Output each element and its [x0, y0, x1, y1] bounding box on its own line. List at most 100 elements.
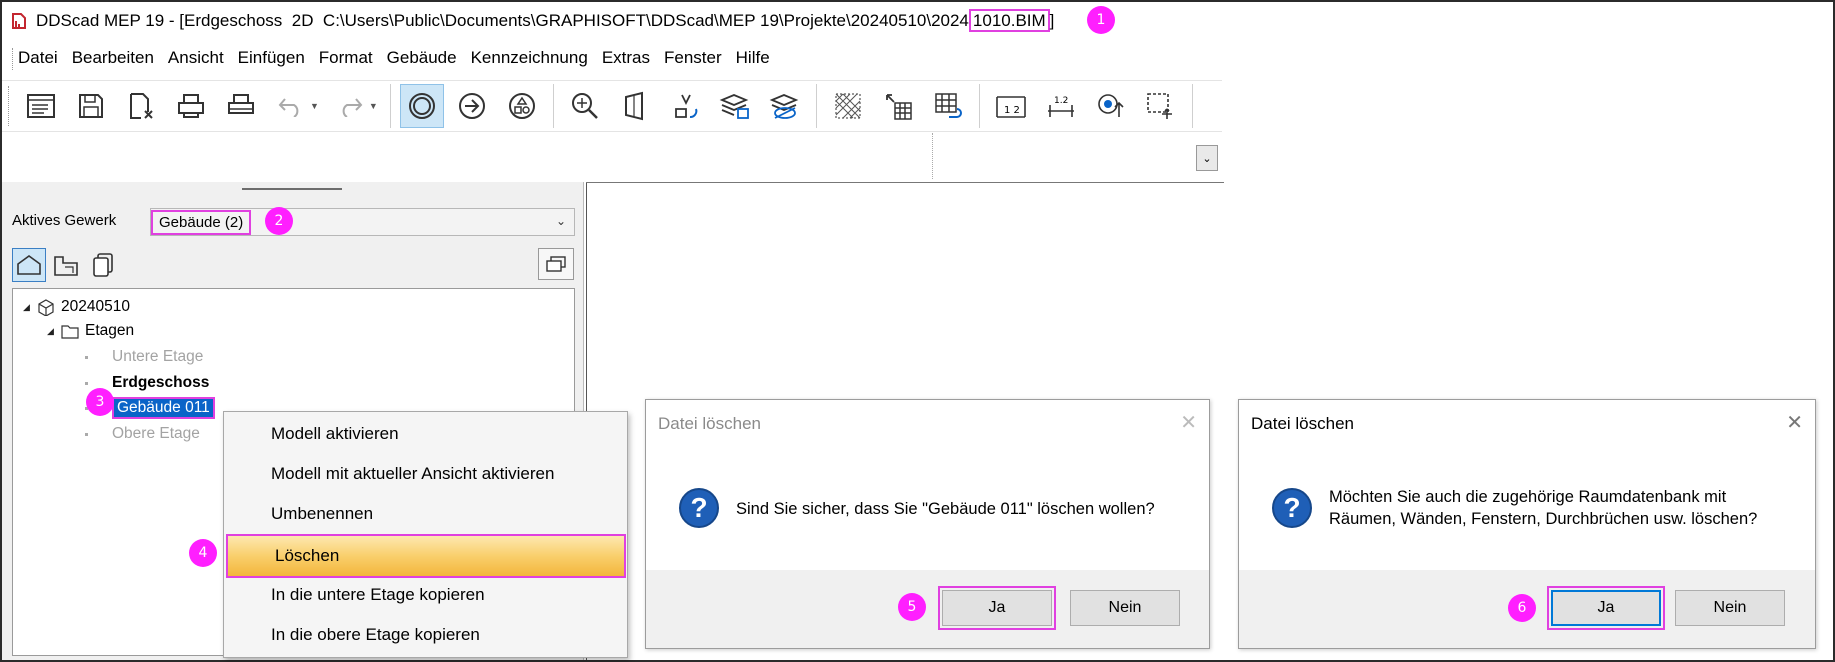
layers-icon[interactable] — [713, 84, 757, 128]
toolbar-dropdown-button[interactable]: ⌄ — [1196, 145, 1218, 171]
snap-point-icon[interactable] — [1089, 84, 1133, 128]
dialog-message: Möchten Sie auch die zugehörige Raumdate… — [1329, 486, 1757, 530]
toolbar-separator — [815, 84, 817, 128]
no-button[interactable]: Nein — [1675, 590, 1785, 626]
dialog-message-line-1: Möchten Sie auch die zugehörige Raumdate… — [1329, 488, 1727, 506]
pages-icon — [93, 253, 113, 277]
dimension-horizontal-icon[interactable]: 1.2 — [1039, 84, 1083, 128]
toolbar-separator — [978, 84, 980, 128]
arrow-right-icon[interactable] — [450, 84, 494, 128]
tree-erdgeschoss-label: Erdgeschoss — [112, 374, 210, 391]
tree-leaf-dot — [85, 432, 88, 436]
grid-rotate-icon[interactable] — [926, 84, 970, 128]
menu-extras[interactable]: Extras — [602, 48, 650, 68]
ctx-umbenennen[interactable]: Umbenennen — [224, 496, 627, 532]
menu-bearbeiten[interactable]: Bearbeiten — [72, 48, 154, 68]
tree-collapse-icon[interactable]: ◢ — [23, 302, 37, 313]
properties-icon[interactable] — [19, 84, 63, 128]
step-badge-3: 3 — [86, 388, 114, 416]
redo-dropdown-icon[interactable]: ▼ — [369, 101, 378, 111]
house-icon — [17, 255, 41, 275]
question-icon: ? — [1272, 488, 1312, 528]
ctx-loeschen[interactable]: Löschen — [226, 534, 626, 578]
redo-icon[interactable] — [328, 84, 372, 128]
yes-button[interactable]: Ja — [938, 586, 1056, 630]
ctx-obere-etage-kopieren[interactable]: In die obere Etage kopieren — [224, 617, 627, 653]
tree-node-etagen[interactable]: ◢ Etagen — [47, 319, 134, 343]
ctx-modell-aktivieren[interactable]: Modell aktivieren — [224, 416, 627, 452]
menu-einfuegen[interactable]: Einfügen — [238, 48, 305, 68]
active-trade-select[interactable]: Gebäude (2) ⌄ — [150, 208, 575, 236]
dialog-message-line-2: Räumen, Wänden, Fenstern, Durchbrüchen u… — [1329, 510, 1758, 528]
window-title: DDScad MEP 19 - [Erdgeschoss 2D C:\Users… — [36, 9, 1055, 32]
ddscad-app-icon — [10, 12, 28, 30]
toolbar-grip — [8, 86, 10, 126]
menu-bar: Datei Bearbeiten Ansicht Einfügen Format… — [2, 40, 1222, 76]
select-box-icon[interactable] — [1139, 84, 1183, 128]
folder-icon — [61, 325, 79, 339]
layers-view-button[interactable] — [86, 248, 120, 282]
menu-gebaeude[interactable]: Gebäude — [387, 48, 457, 68]
dialog-title: Datei löschen — [1251, 414, 1355, 433]
no-button[interactable]: Nein — [1070, 590, 1180, 626]
ctx-modell-ansicht-aktivieren[interactable]: Modell mit aktueller Ansicht aktivieren — [224, 456, 627, 492]
menu-datei[interactable]: Datei — [18, 48, 58, 68]
yes-button[interactable]: Ja — [1547, 586, 1665, 630]
view-3d-icon[interactable] — [613, 84, 657, 128]
windows-icon — [546, 256, 566, 272]
tree-obere-label: Obere Etage — [112, 425, 200, 442]
close-icon[interactable]: ✕ — [1180, 410, 1197, 435]
panel-splitter[interactable] — [242, 188, 342, 190]
building-view-button[interactable] — [12, 248, 46, 282]
step-badge-5: 5 — [898, 593, 926, 621]
toolbar-separator — [1191, 84, 1193, 128]
dialog-message: Sind Sie sicher, dass Sie "Gebäude 011" … — [736, 500, 1155, 518]
secondary-toolbar — [2, 133, 1222, 181]
print-icon[interactable] — [219, 84, 263, 128]
active-trade-label: Aktives Gewerk — [12, 212, 117, 229]
step-badge-2: 2 — [265, 207, 293, 235]
tree-node-obere-etage[interactable]: Obere Etage — [85, 422, 200, 446]
tree-collapse-icon[interactable]: ◢ — [47, 326, 61, 337]
toolbar-separator — [389, 84, 391, 128]
undo-dropdown-icon[interactable]: ▼ — [310, 101, 319, 111]
close-icon[interactable]: ✕ — [1786, 410, 1803, 435]
shapes-icon[interactable] — [500, 84, 544, 128]
ctx-untere-etage-kopieren[interactable]: In die untere Etage kopieren — [224, 577, 627, 613]
close-file-icon[interactable] — [119, 84, 163, 128]
menu-fenster[interactable]: Fenster — [664, 48, 722, 68]
drawing-area-top-border — [586, 182, 1224, 183]
print-preview-icon[interactable] — [169, 84, 213, 128]
menu-hilfe[interactable]: Hilfe — [736, 48, 770, 68]
step-badge-1: 1 — [1087, 6, 1115, 34]
tree-root-label: 20240510 — [61, 298, 130, 315]
undo-icon[interactable] — [269, 84, 313, 128]
menu-format[interactable]: Format — [319, 48, 373, 68]
rotate-icon[interactable] — [663, 84, 707, 128]
save-icon[interactable] — [69, 84, 113, 128]
title-bar: DDScad MEP 19 - [Erdgeschoss 2D C:\Users… — [2, 2, 1222, 40]
menu-grip — [12, 48, 14, 70]
tree-node-untere-etage[interactable]: Untere Etage — [85, 345, 203, 369]
view-mode-buttons — [12, 248, 123, 282]
circle-select-icon[interactable] — [399, 84, 444, 128]
grid-move-icon[interactable] — [876, 84, 920, 128]
svg-text:1.2: 1.2 — [1054, 96, 1068, 106]
svg-text:1 2: 1 2 — [1004, 105, 1020, 116]
chevron-down-icon: ⌄ — [1202, 152, 1212, 165]
tree-node-root[interactable]: ◢ 20240510 — [23, 295, 130, 319]
tree-etagen-label: Etagen — [85, 322, 135, 339]
tree-leaf-dot — [85, 381, 88, 385]
secondary-toolbar-separator — [932, 133, 933, 179]
zoom-icon[interactable] — [563, 84, 607, 128]
menu-ansicht[interactable]: Ansicht — [168, 48, 224, 68]
floorplan-view-button[interactable] — [49, 248, 83, 282]
layers-hide-icon[interactable] — [763, 84, 807, 128]
expand-panel-button[interactable] — [538, 248, 574, 280]
main-toolbar: ▼ ▼ 1 2 1.2 — [2, 80, 1222, 132]
toolbar-separator — [552, 84, 554, 128]
menu-kennzeichnung[interactable]: Kennzeichnung — [471, 48, 588, 68]
tree-selected-label: Gebäude 011 — [112, 397, 215, 419]
dimension-icon[interactable]: 1 2 — [989, 84, 1033, 128]
grid-hatch-icon[interactable] — [826, 84, 870, 128]
